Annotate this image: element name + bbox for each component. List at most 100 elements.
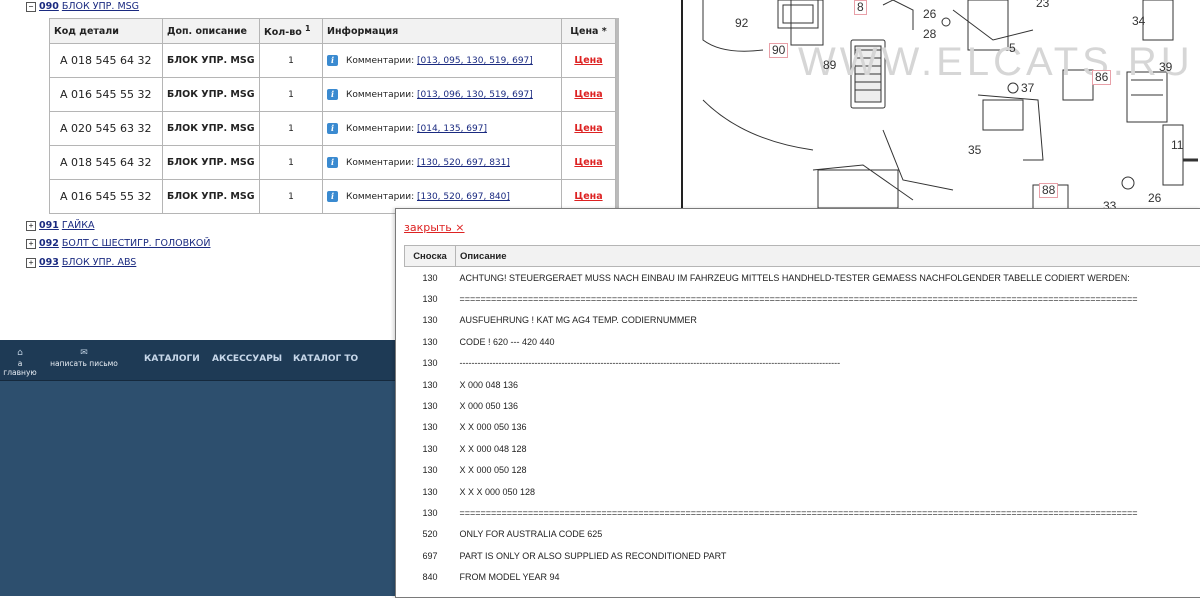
tree-item-093[interactable]: + 093 БЛОК УПР. ABS <box>26 257 136 268</box>
table-row: 130X 000 048 136 <box>405 374 1200 395</box>
tree-item-090[interactable]: − 090 БЛОК УПР. MSG <box>26 1 139 12</box>
diagram-callout[interactable]: 39 <box>1159 60 1172 74</box>
info-icon[interactable]: i <box>327 191 338 202</box>
tree-item-number[interactable]: 091 <box>39 220 59 231</box>
price-link[interactable]: Цена <box>574 55 602 66</box>
nav-link-catalog-to[interactable]: КАТАЛОГ ТО <box>293 354 358 364</box>
diagram-callout[interactable]: 5 <box>1009 41 1016 55</box>
price-link[interactable]: Цена <box>574 191 602 202</box>
price-link[interactable]: Цена <box>574 123 602 134</box>
mail-icon: ✉ <box>48 348 120 358</box>
table-shadow <box>616 18 619 216</box>
price-link[interactable]: Цена <box>574 89 602 100</box>
footnote-ref: 130 <box>405 374 456 395</box>
tree-item-number[interactable]: 090 <box>39 1 59 12</box>
footnote-text: FROM MODEL YEAR 94 <box>456 566 1200 587</box>
part-description: БЛОК УПР. MSG <box>163 78 260 112</box>
site-navbar: ⌂ а главную ✉ написать письмо КАТАЛОГИ А… <box>0 340 396 596</box>
diagram-callout[interactable]: 90 <box>769 43 788 58</box>
footnote-ref: 130 <box>405 460 456 481</box>
comments-link[interactable]: [014, 135, 697] <box>417 124 487 134</box>
part-quantity: 1 <box>260 78 323 112</box>
watermark: WWW.ELCATS.RU <box>798 40 1194 85</box>
part-info: iКомментарии: [013, 095, 130, 519, 697] <box>323 44 562 78</box>
comments-link[interactable]: [130, 520, 697, 840] <box>417 192 510 202</box>
tree-item-number[interactable]: 093 <box>39 257 59 268</box>
part-code: A 016 545 55 32 <box>50 78 163 112</box>
table-row: A 020 545 63 32БЛОК УПР. MSG1iКомментари… <box>50 112 616 146</box>
table-row: 130X X 000 050 136 <box>405 417 1200 438</box>
footnote-ref: 130 <box>405 481 456 502</box>
qty-header-label: Кол-во <box>264 27 302 38</box>
footnote-text: X X 000 050 136 <box>456 417 1200 438</box>
tree-item-091[interactable]: + 091 ГАЙКА <box>26 220 95 231</box>
diagram-callout[interactable]: 28 <box>923 27 936 41</box>
part-quantity: 1 <box>260 180 323 214</box>
expand-icon[interactable]: + <box>26 258 36 268</box>
table-row: A 016 545 55 32БЛОК УПР. MSG1iКомментари… <box>50 78 616 112</box>
comment-label: Комментарии: <box>346 158 414 168</box>
nav-link-catalogs[interactable]: КАТАЛОГИ <box>144 354 200 364</box>
nav-home[interactable]: ⌂ а главную <box>0 348 40 377</box>
diagram-callout[interactable]: 86 <box>1092 70 1111 85</box>
diagram-callout[interactable]: 33 <box>1103 199 1116 208</box>
diagram-callout[interactable]: 34 <box>1132 14 1145 28</box>
diagram-callout[interactable]: 23 <box>1036 0 1049 10</box>
info-icon[interactable]: i <box>327 89 338 100</box>
part-quantity: 1 <box>260 146 323 180</box>
info-icon[interactable]: i <box>327 55 338 66</box>
parts-diagram: WWW.ELCATS.RU 92 90 8 26 28 23 5 34 89 3… <box>681 0 1200 208</box>
price-link[interactable]: Цена <box>574 157 602 168</box>
footnote-text: X 000 048 136 <box>456 374 1200 395</box>
part-info: iКомментарии: [013, 096, 130, 519, 697] <box>323 78 562 112</box>
col-qty-header: Кол-во 1 <box>260 19 323 44</box>
table-row: 130X X 000 050 128 <box>405 460 1200 481</box>
info-icon[interactable]: i <box>327 157 338 168</box>
table-row: 130CODE ! 620 --- 420 440 <box>405 331 1200 352</box>
nav-home-label[interactable]: а главную <box>3 359 36 377</box>
nav-link-accessories[interactable]: АКСЕССУАРЫ <box>212 354 282 364</box>
comments-link[interactable]: [013, 095, 130, 519, 697] <box>417 56 533 66</box>
comments-link[interactable]: [013, 096, 130, 519, 697] <box>417 90 533 100</box>
table-row: A 018 545 64 32БЛОК УПР. MSG1iКомментари… <box>50 44 616 78</box>
diagram-callout[interactable]: 37 <box>1021 81 1034 95</box>
footnote-ref: 840 <box>405 566 456 587</box>
part-code: A 018 545 64 32 <box>50 44 163 78</box>
diagram-callout[interactable]: 26 <box>1148 191 1161 205</box>
nav-write-letter[interactable]: ✉ написать письмо <box>48 348 120 368</box>
diagram-callout[interactable]: 26 <box>923 7 936 21</box>
tree-item-number[interactable]: 092 <box>39 238 59 249</box>
qty-footnote-marker[interactable]: 1 <box>305 24 311 33</box>
tree-item-092[interactable]: + 092 БОЛТ С ШЕСТИГР. ГОЛОВКОЙ <box>26 238 210 249</box>
table-row: 130AUSFUEHRUNG ! KAT MG AG4 TEMP. CODIER… <box>405 310 1200 331</box>
close-button[interactable]: закрыть × <box>404 221 465 234</box>
tree-item-name[interactable]: БЛОК УПР. MSG <box>62 1 139 12</box>
diagram-callout[interactable]: 89 <box>823 58 836 72</box>
table-row: 130=====================================… <box>405 502 1200 523</box>
footnote-ref: 697 <box>405 545 456 566</box>
expand-icon[interactable]: + <box>26 221 36 231</box>
diagram-callout[interactable]: 35 <box>968 143 981 157</box>
diagram-callout[interactable]: 11 <box>1171 138 1183 152</box>
part-quantity: 1 <box>260 112 323 146</box>
tree-item-name[interactable]: БЛОК УПР. ABS <box>62 257 136 268</box>
nav-mail-label[interactable]: написать письмо <box>50 359 118 368</box>
tree-item-name[interactable]: ГАЙКА <box>62 220 95 231</box>
diagram-callout[interactable]: 88 <box>1039 183 1058 198</box>
table-header-row: Код детали Доп. описание Кол-во 1 Информ… <box>50 19 616 44</box>
comments-link[interactable]: [130, 520, 697, 831] <box>417 158 510 168</box>
footnote-ref: 130 <box>405 288 456 309</box>
part-description: БЛОК УПР. MSG <box>163 146 260 180</box>
table-row: 130ACHTUNG! STEUERGERAET MUSS NACH EINBA… <box>405 267 1200 289</box>
table-row: 130X 000 050 136 <box>405 395 1200 416</box>
diagram-callout[interactable]: 8 <box>854 0 867 15</box>
collapse-icon[interactable]: − <box>26 2 36 12</box>
tree-item-name[interactable]: БОЛТ С ШЕСТИГР. ГОЛОВКОЙ <box>62 238 211 249</box>
home-icon: ⌂ <box>0 348 40 358</box>
diagram-callout[interactable]: 92 <box>735 16 748 30</box>
col-ref-header: Сноска <box>405 246 456 267</box>
footnote-ref: 130 <box>405 331 456 352</box>
info-icon[interactable]: i <box>327 123 338 134</box>
part-description: БЛОК УПР. MSG <box>163 180 260 214</box>
expand-icon[interactable]: + <box>26 239 36 249</box>
